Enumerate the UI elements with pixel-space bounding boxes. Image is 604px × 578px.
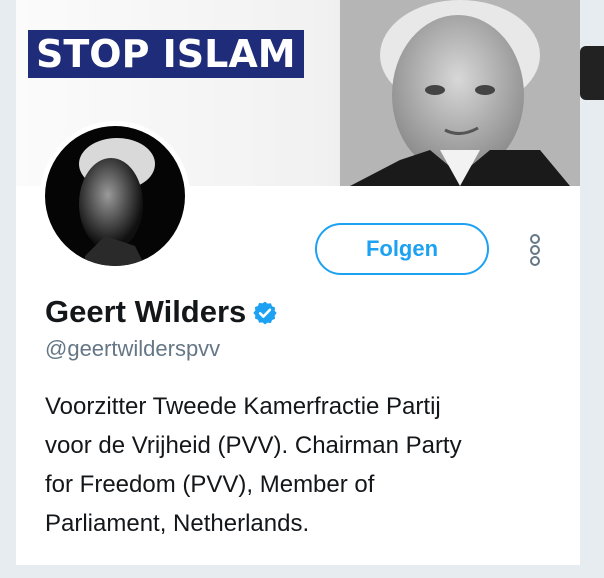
profile-card: STOP ISLAM Folgen Geert Wilders @geertwi… <box>16 0 580 565</box>
display-name-row: Geert Wilders <box>45 290 278 334</box>
user-handle[interactable]: @geertwilderspvv <box>45 336 220 362</box>
banner-photo <box>340 0 580 186</box>
side-overlay-tab[interactable] <box>580 46 604 100</box>
banner-slogan: STOP ISLAM <box>28 30 304 78</box>
more-vertical-icon[interactable] <box>523 230 547 270</box>
profile-bio: Voorzitter Tweede Kamerfractie Partij vo… <box>45 393 462 537</box>
avatar-image <box>45 126 185 266</box>
display-name[interactable]: Geert Wilders <box>45 294 246 330</box>
verified-badge-icon <box>253 301 277 325</box>
follow-button[interactable]: Folgen <box>315 223 489 275</box>
avatar[interactable] <box>40 121 190 271</box>
